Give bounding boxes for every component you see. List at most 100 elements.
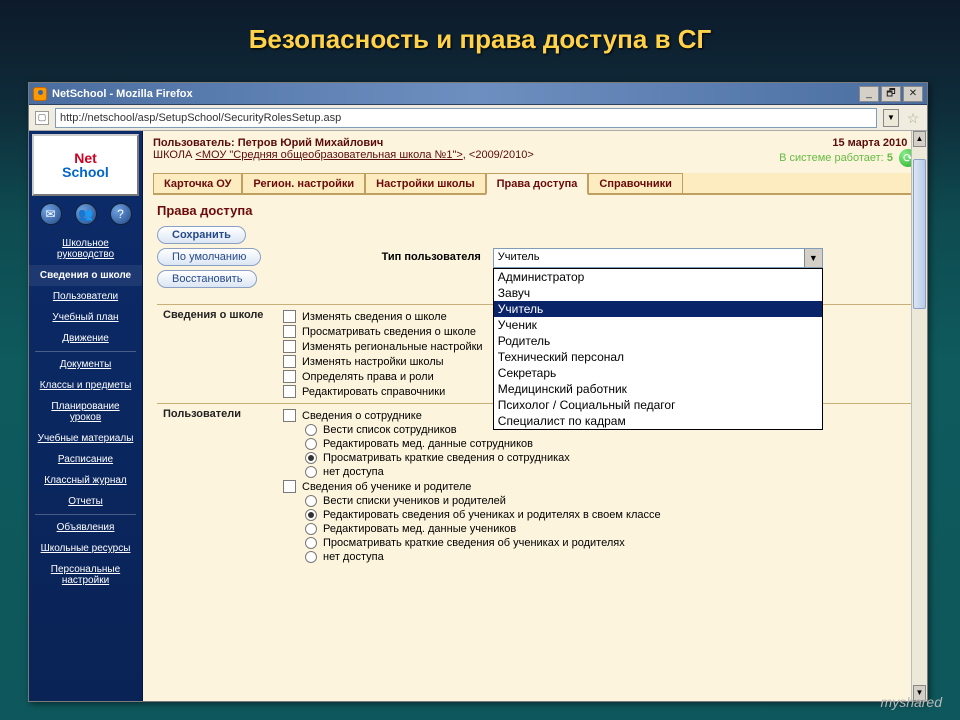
- chevron-down-icon[interactable]: ▼: [804, 249, 822, 267]
- sidebar-item[interactable]: Школьное руководство: [29, 233, 142, 265]
- checkbox[interactable]: [283, 480, 296, 493]
- perm-row: Просматривать краткие сведения о сотрудн…: [283, 451, 907, 465]
- perm-label: Изменять сведения о школе: [302, 311, 447, 323]
- sidebar-item[interactable]: Учебные материалы: [29, 428, 142, 449]
- sidebar-item[interactable]: Классный журнал: [29, 470, 142, 491]
- tab[interactable]: Регион. настройки: [242, 173, 365, 193]
- radio[interactable]: [305, 551, 317, 563]
- radio[interactable]: [305, 452, 317, 464]
- address-bar: ▢ http://netschool/asp/SetupSchool/Secur…: [29, 105, 927, 131]
- perm-label: Сведения об ученике и родителе: [302, 481, 471, 493]
- checkbox[interactable]: [283, 325, 296, 338]
- page-body: Net School ✉ 👥 ? Школьное руководствоСве…: [29, 131, 927, 701]
- action-buttons: Сохранить По умолчанию Восстановить: [157, 224, 261, 290]
- sidebar-item[interactable]: Классы и предметы: [29, 375, 142, 396]
- checkbox[interactable]: [283, 340, 296, 353]
- sidebar-item[interactable]: Объявления: [29, 517, 142, 538]
- perm-label: нет доступа: [323, 551, 384, 563]
- user-type-select[interactable]: Учитель ▼: [493, 248, 823, 268]
- perm-label: нет доступа: [323, 466, 384, 478]
- radio[interactable]: [305, 438, 317, 450]
- user-type-option[interactable]: Завуч: [494, 285, 822, 301]
- logo-line1: Net: [74, 151, 97, 165]
- checkbox[interactable]: [283, 355, 296, 368]
- sidebar-item[interactable]: Сведения о школе: [29, 265, 142, 286]
- user-type-option[interactable]: Медицинский работник: [494, 381, 822, 397]
- perm-row: Вести списки учеников и родителей: [283, 494, 907, 508]
- perm-label: Просматривать краткие сведения об ученик…: [323, 537, 625, 549]
- bookmark-star-icon[interactable]: ☆: [905, 110, 921, 126]
- radio[interactable]: [305, 424, 317, 436]
- user-type-option[interactable]: Ученик: [494, 317, 822, 333]
- sidebar-item[interactable]: Расписание: [29, 449, 142, 470]
- user-type-label: Тип пользователя: [382, 248, 481, 263]
- user-type-option[interactable]: Учитель: [494, 301, 822, 317]
- scroll-up-icon[interactable]: ▲: [913, 131, 926, 147]
- radio[interactable]: [305, 523, 317, 535]
- perm-row: Сведения об ученике и родителе: [283, 479, 907, 494]
- mail-icon[interactable]: ✉: [40, 203, 62, 225]
- user-type-option[interactable]: Администратор: [494, 269, 822, 285]
- checkbox[interactable]: [283, 310, 296, 323]
- restore-button[interactable]: Восстановить: [157, 270, 257, 288]
- window-minimize-button[interactable]: _: [859, 86, 879, 102]
- sidebar-item[interactable]: Учебный план: [29, 307, 142, 328]
- perm-label: Редактировать мед. данные учеников: [323, 523, 516, 535]
- vertical-scrollbar[interactable]: ▲ ▼: [911, 131, 927, 701]
- tab[interactable]: Настройки школы: [365, 173, 485, 193]
- checkbox[interactable]: [283, 370, 296, 383]
- user-label: Пользователь:: [153, 137, 235, 149]
- sidebar-icon-row: ✉ 👥 ?: [29, 199, 142, 233]
- user-type-option[interactable]: Родитель: [494, 333, 822, 349]
- radio[interactable]: [305, 509, 317, 521]
- sidebar-item[interactable]: Документы: [29, 354, 142, 375]
- perm-label: Вести списки учеников и родителей: [323, 495, 506, 507]
- tab[interactable]: Права доступа: [486, 173, 589, 195]
- sidebar-separator: [35, 351, 136, 352]
- sidebar-item[interactable]: Отчеты: [29, 491, 142, 512]
- tab[interactable]: Карточка ОУ: [153, 173, 242, 193]
- window-restore-button[interactable]: 🗗: [881, 86, 901, 102]
- sidebar-item[interactable]: Школьные ресурсы: [29, 538, 142, 559]
- checkbox[interactable]: [283, 385, 296, 398]
- user-type-option[interactable]: Секретарь: [494, 365, 822, 381]
- perm-label: Редактировать мед. данные сотрудников: [323, 438, 533, 450]
- sidebar-item[interactable]: Персональные настройки: [29, 559, 142, 591]
- window-title: NetSchool - Mozilla Firefox: [52, 88, 857, 100]
- default-button[interactable]: По умолчанию: [157, 248, 261, 266]
- users-icon[interactable]: 👥: [75, 203, 97, 225]
- logo-line2: School: [62, 165, 109, 179]
- user-type-dropdown[interactable]: АдминистраторЗавучУчительУченикРодительТ…: [493, 268, 823, 430]
- save-button[interactable]: Сохранить: [157, 226, 246, 244]
- radio[interactable]: [305, 537, 317, 549]
- top-info: Пользователь: Петров Юрий Михайлович ШКО…: [143, 131, 927, 169]
- perm-row: Редактировать мед. данные сотрудников: [283, 437, 907, 451]
- window-titlebar: NetSchool - Mozilla Firefox _ 🗗 ✕: [29, 83, 927, 105]
- perm-row: Редактировать мед. данные учеников: [283, 522, 907, 536]
- user-type-option[interactable]: Технический персонал: [494, 349, 822, 365]
- sidebar-item[interactable]: Планирование уроков: [29, 396, 142, 428]
- user-type-option[interactable]: Специалист по кадрам: [494, 413, 822, 429]
- school-year: , <2009/2010>: [463, 149, 534, 161]
- user-type-option[interactable]: Психолог / Социальный педагог: [494, 397, 822, 413]
- scroll-thumb[interactable]: [913, 159, 926, 309]
- sidebar-item[interactable]: Пользователи: [29, 286, 142, 307]
- perm-label: Изменять региональные настройки: [302, 341, 483, 353]
- main-panel: Пользователь: Петров Юрий Михайлович ШКО…: [143, 131, 927, 701]
- perm-row: Редактировать сведения об учениках и род…: [283, 508, 907, 522]
- window-close-button[interactable]: ✕: [903, 86, 923, 102]
- top-info-left: Пользователь: Петров Юрий Михайлович ШКО…: [153, 137, 534, 167]
- radio[interactable]: [305, 466, 317, 478]
- checkbox[interactable]: [283, 409, 296, 422]
- tab[interactable]: Справочники: [588, 173, 683, 193]
- perm-group-title: Пользователи: [157, 404, 277, 569]
- school-link[interactable]: <МОУ "Средняя общеобразовательная школа …: [195, 149, 462, 161]
- scroll-down-icon[interactable]: ▼: [913, 685, 926, 701]
- perm-label: Редактировать сведения об учениках и род…: [323, 509, 661, 521]
- sidebar-item[interactable]: Движение: [29, 328, 142, 349]
- radio[interactable]: [305, 495, 317, 507]
- url-dropdown-button[interactable]: ▼: [883, 109, 899, 127]
- help-icon[interactable]: ?: [110, 203, 132, 225]
- perm-row: Просматривать краткие сведения об ученик…: [283, 536, 907, 550]
- url-field[interactable]: http://netschool/asp/SetupSchool/Securit…: [55, 108, 877, 128]
